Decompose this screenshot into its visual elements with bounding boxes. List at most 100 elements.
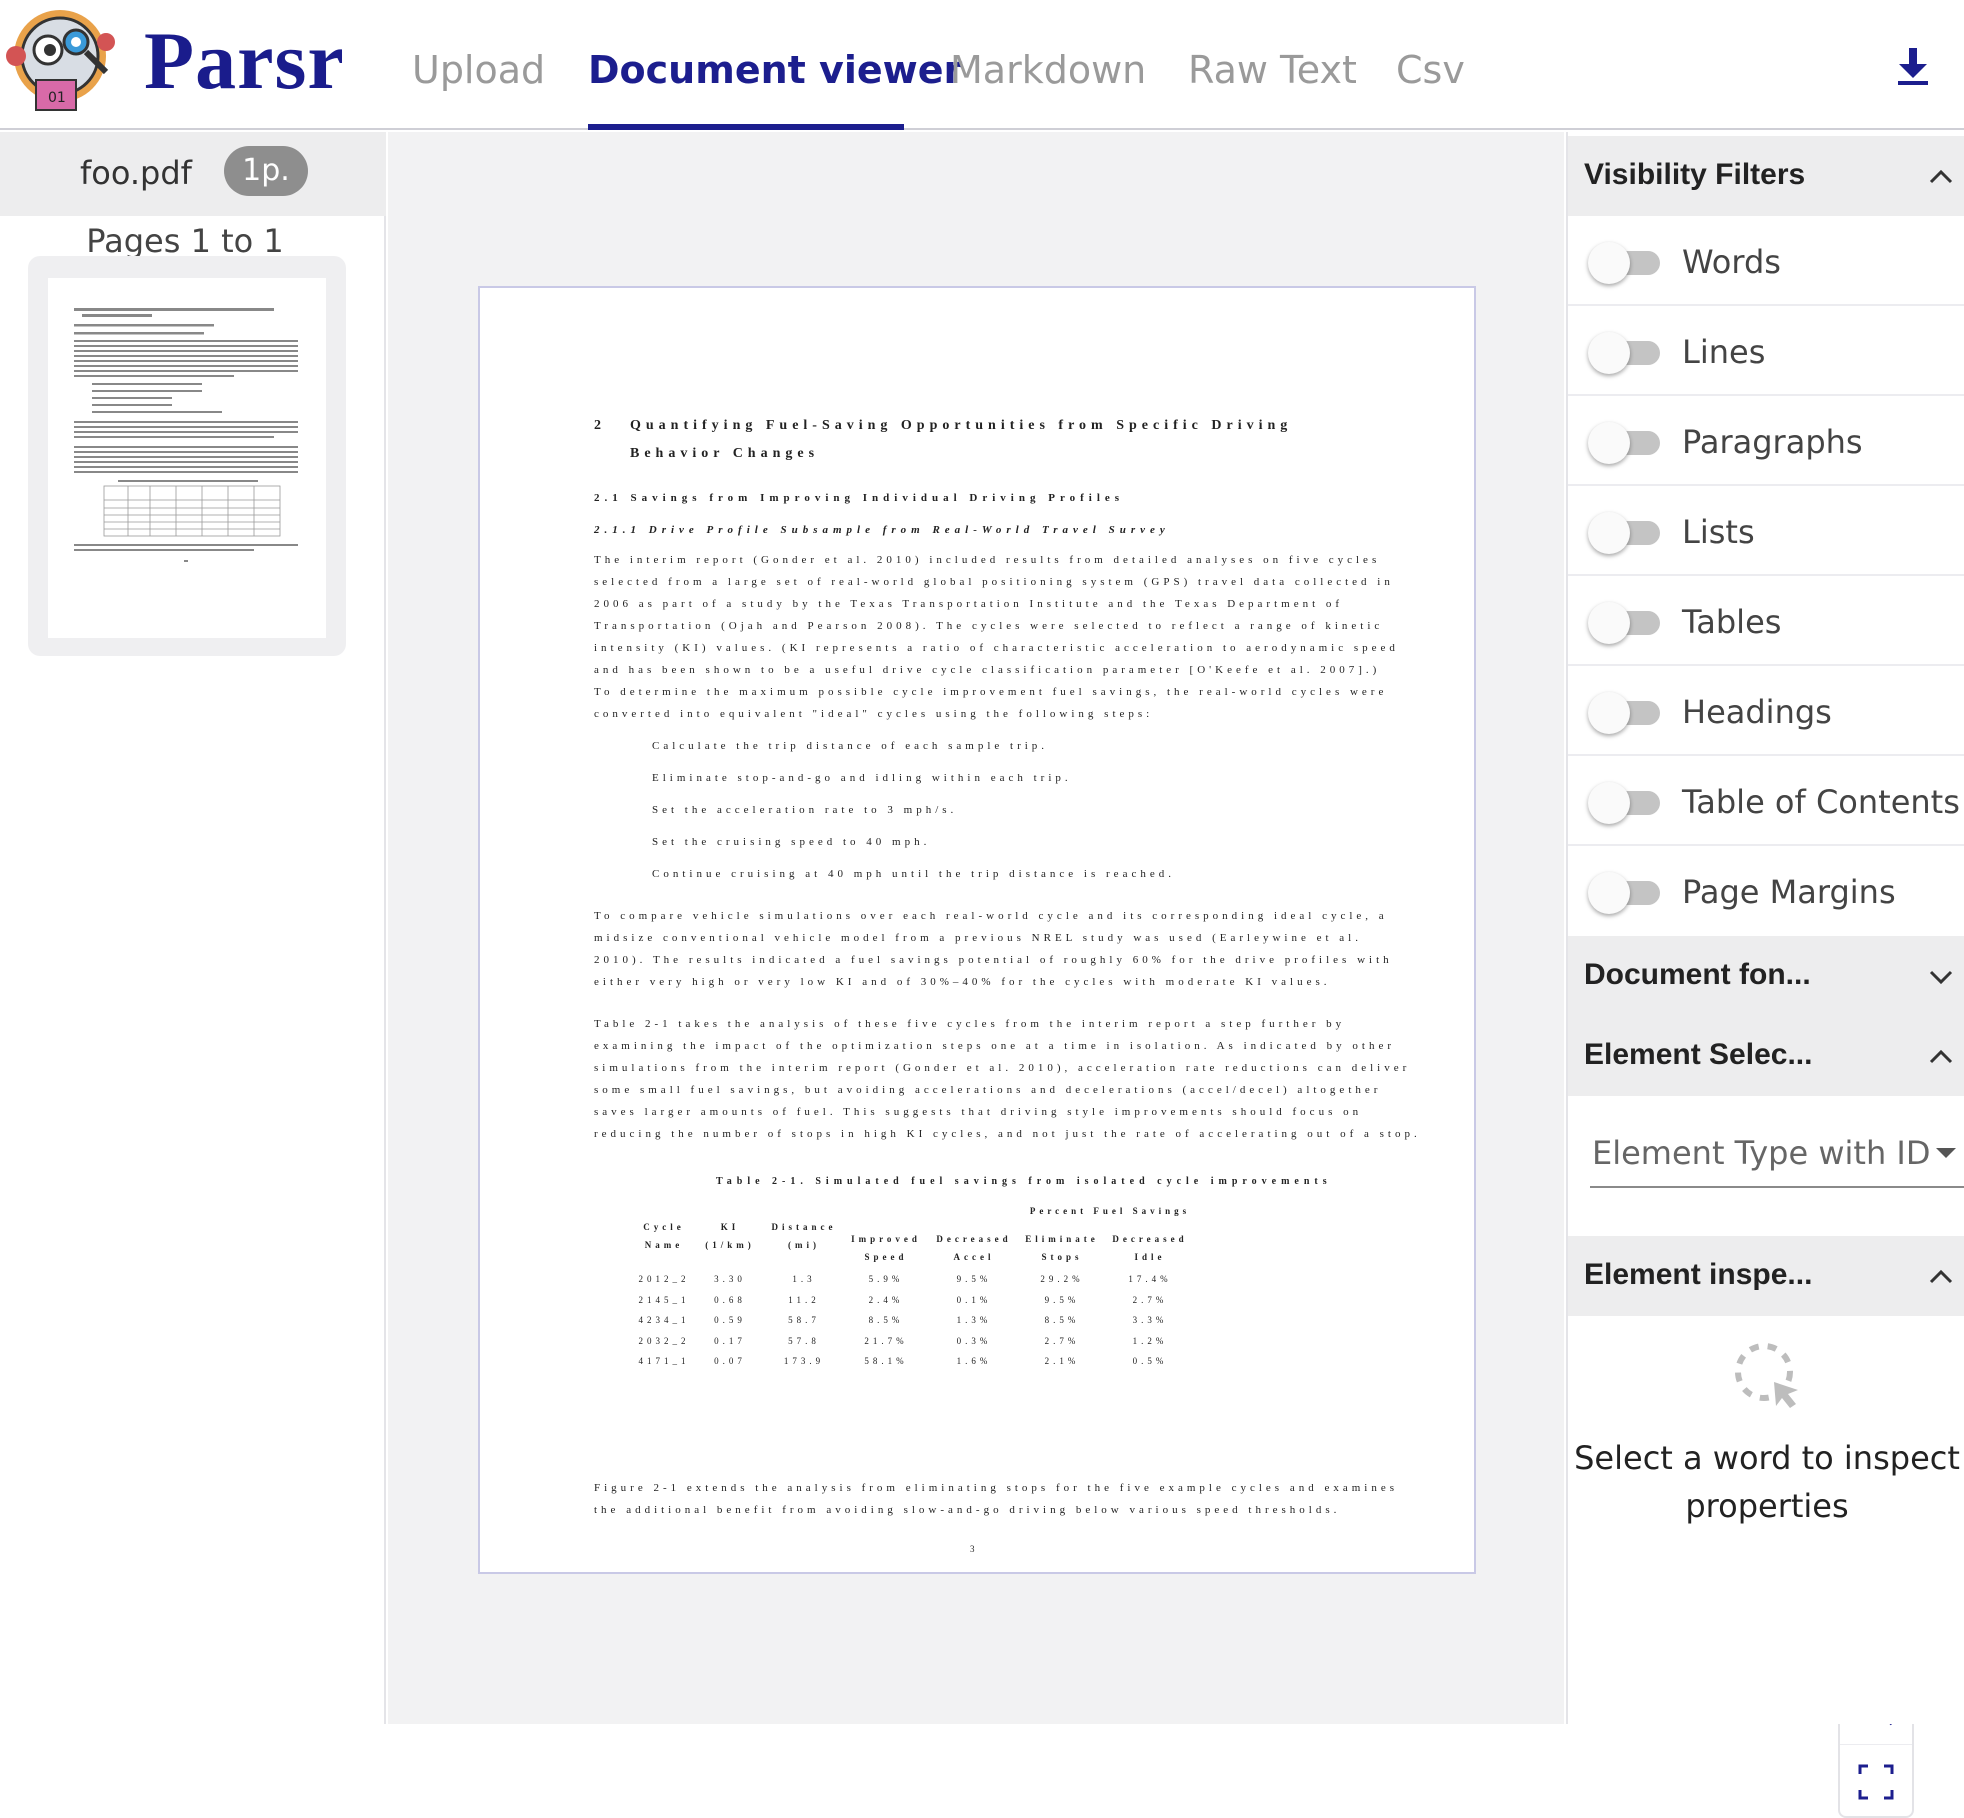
visibility-filters-header[interactable]: Visibility Filters [1568, 136, 1964, 216]
settings-sidebar: Visibility Filters Words Lines Paragraph… [1566, 132, 1964, 1724]
filter-label: Words [1682, 243, 1781, 281]
chevron-up-icon [1929, 1049, 1953, 1064]
doc-text-line: reducing the number of stops in high KI … [594, 1128, 1421, 1140]
pages-sidebar: foo.pdf 1p. Pages 1 to 1 [0, 132, 386, 1724]
tab-raw-text[interactable]: Raw Text [1188, 48, 1357, 92]
filter-lines[interactable]: Lines [1568, 306, 1964, 396]
svg-text:01: 01 [48, 90, 66, 106]
table-cell: 0.07 [714, 1356, 746, 1366]
chevron-up-icon [1929, 169, 1953, 184]
table-header-cell: Eliminate Stops [1025, 1234, 1099, 1262]
doc-page-number: 3 [970, 1544, 979, 1554]
element-selection-header[interactable]: Element Selec... [1568, 1016, 1964, 1096]
doc-text-line: To compare vehicle simulations over each… [594, 910, 1388, 922]
element-type-select-value: Element Type with ID [1592, 1134, 1931, 1172]
toggle-knob[interactable] [1588, 872, 1630, 914]
toggle-knob[interactable] [1588, 422, 1630, 464]
table-cell: 8.5% [1044, 1315, 1080, 1325]
fullscreen-button[interactable] [1840, 1744, 1912, 1818]
element-inspector-title: Element inspe... [1584, 1258, 1813, 1291]
filter-tables[interactable]: Tables [1568, 576, 1964, 666]
toggle-knob[interactable] [1588, 242, 1630, 284]
doc-text-line: converted into equivalent "ideal" cycles… [594, 708, 1154, 720]
doc-text-line: Figure 2-1 extends the analysis from eli… [594, 1482, 1398, 1494]
table-cell: 58.7 [788, 1315, 820, 1325]
doc-text-line: intensity (KI) values. (KI represents a … [594, 642, 1399, 654]
toggle-knob[interactable] [1588, 692, 1630, 734]
doc-heading-cont: Behavior Changes [630, 446, 820, 461]
toggle-knob[interactable] [1588, 512, 1630, 554]
page-thumbnail-preview [48, 278, 326, 638]
table-cell: 0.1% [956, 1294, 992, 1305]
table-cell: 2.4% [868, 1294, 904, 1305]
doc-text-line: The interim report (Gonder et al. 2010) … [594, 554, 1381, 566]
filter-page-margins[interactable]: Page Margins [1568, 846, 1964, 936]
dropdown-arrow-icon [1936, 1148, 1956, 1158]
filter-label: Tables [1682, 603, 1782, 641]
tab-upload[interactable]: Upload [412, 48, 545, 92]
element-type-select[interactable]: Element Type with ID [1590, 1114, 1964, 1188]
doc-heading: Quantifying Fuel-Saving Opportunities fr… [630, 418, 1293, 433]
doc-table-caption: Table 2-1. Simulated fuel savings from i… [716, 1176, 1332, 1187]
table-cell: 1.3% [956, 1315, 992, 1325]
table-header-cell: Cycle Name [643, 1222, 685, 1250]
doc-step-item: Set the cruising speed to 40 mph. [652, 836, 931, 848]
doc-step-item: Continue cruising at 40 mph until the tr… [652, 868, 1175, 880]
filter-words[interactable]: Words [1568, 216, 1964, 306]
toggle-knob[interactable] [1588, 602, 1630, 644]
page-thumbnail[interactable] [28, 256, 346, 656]
table-group-header: Percent Fuel Savings [1029, 1206, 1191, 1216]
document-page[interactable]: 2 Quantifying Fuel-Saving Opportunities … [478, 286, 1476, 1574]
table-cell: 2.7% [1044, 1335, 1080, 1346]
doc-text-line: Table 2-1 takes the analysis of these fi… [594, 1018, 1346, 1030]
download-icon[interactable] [1896, 48, 1930, 86]
element-selection-title: Element Selec... [1584, 1038, 1813, 1071]
visibility-filters-title: Visibility Filters [1584, 158, 1806, 191]
table-cell: 2.1% [1044, 1356, 1080, 1366]
document-fonts-title: Document fon... [1584, 958, 1811, 991]
table-cell: 11.2 [788, 1294, 820, 1305]
filter-lists[interactable]: Lists [1568, 486, 1964, 576]
table-cell: 17.4% [1128, 1274, 1172, 1284]
table-cell: 4171_1 [638, 1356, 690, 1366]
element-inspector-header[interactable]: Element inspe... [1568, 1236, 1964, 1316]
table-cell: 57.8 [788, 1335, 820, 1346]
filter-headings[interactable]: Headings [1568, 666, 1964, 756]
tab-csv[interactable]: Csv [1396, 48, 1465, 92]
doc-text-line: saves larger amounts of fuel. This sugge… [594, 1106, 1363, 1118]
active-tab-indicator [588, 124, 904, 130]
table-cell: 0.3% [956, 1335, 992, 1346]
document-fonts-header[interactable]: Document fon... [1568, 936, 1964, 1016]
doc-section-2-1: 2.1 Savings from Improving Individual Dr… [594, 492, 1125, 504]
filter-paragraphs[interactable]: Paragraphs [1568, 396, 1964, 486]
table-header-cell: Decreased Accel [936, 1234, 1012, 1262]
tab-markdown[interactable]: Markdown [950, 48, 1146, 92]
doc-step-item: Set the acceleration rate to 3 mph/s. [652, 804, 958, 816]
table-cell: 2.7% [1132, 1294, 1168, 1305]
doc-heading-number: 2 [594, 418, 606, 433]
tab-document-viewer[interactable]: Document viewer [588, 48, 962, 92]
doc-text-line: and has been shown to be a useful drive … [594, 664, 1381, 676]
toggle-knob[interactable] [1588, 332, 1630, 374]
doc-text-line: either very high or very low KI and of 3… [594, 976, 1331, 988]
doc-step-item: Eliminate stop-and-go and idling within … [652, 772, 1072, 784]
table-cell: 58.1% [864, 1356, 908, 1366]
app-header: 01 Parsr Upload Document viewer Markdown… [0, 0, 1964, 130]
table-header-cell: Decreased Idle [1112, 1234, 1188, 1262]
filter-label: Lines [1682, 333, 1766, 371]
doc-text-line: selected from a large set of real-world … [594, 576, 1394, 588]
table-cell: 173.9 [783, 1356, 825, 1366]
table-cell: 5.9% [868, 1274, 904, 1284]
table-cell: 1.6% [956, 1356, 992, 1366]
document-viewer: 2 Quantifying Fuel-Saving Opportunities … [388, 132, 1914, 1818]
table-header-cell: Distance (mi) [771, 1222, 837, 1250]
table-cell: 1.2% [1132, 1335, 1168, 1346]
file-header: foo.pdf 1p. [0, 132, 386, 216]
doc-text-line: some small fuel savings, but avoiding ac… [594, 1084, 1382, 1096]
table-cell: 1.3 [792, 1274, 816, 1284]
table-cell: 9.5% [1044, 1294, 1080, 1305]
table-cell: 0.59 [714, 1315, 746, 1325]
toggle-knob[interactable] [1588, 782, 1630, 824]
table-header-cell: Improved Speed [851, 1234, 921, 1262]
filter-table-of-contents[interactable]: Table of Contents [1568, 756, 1964, 846]
